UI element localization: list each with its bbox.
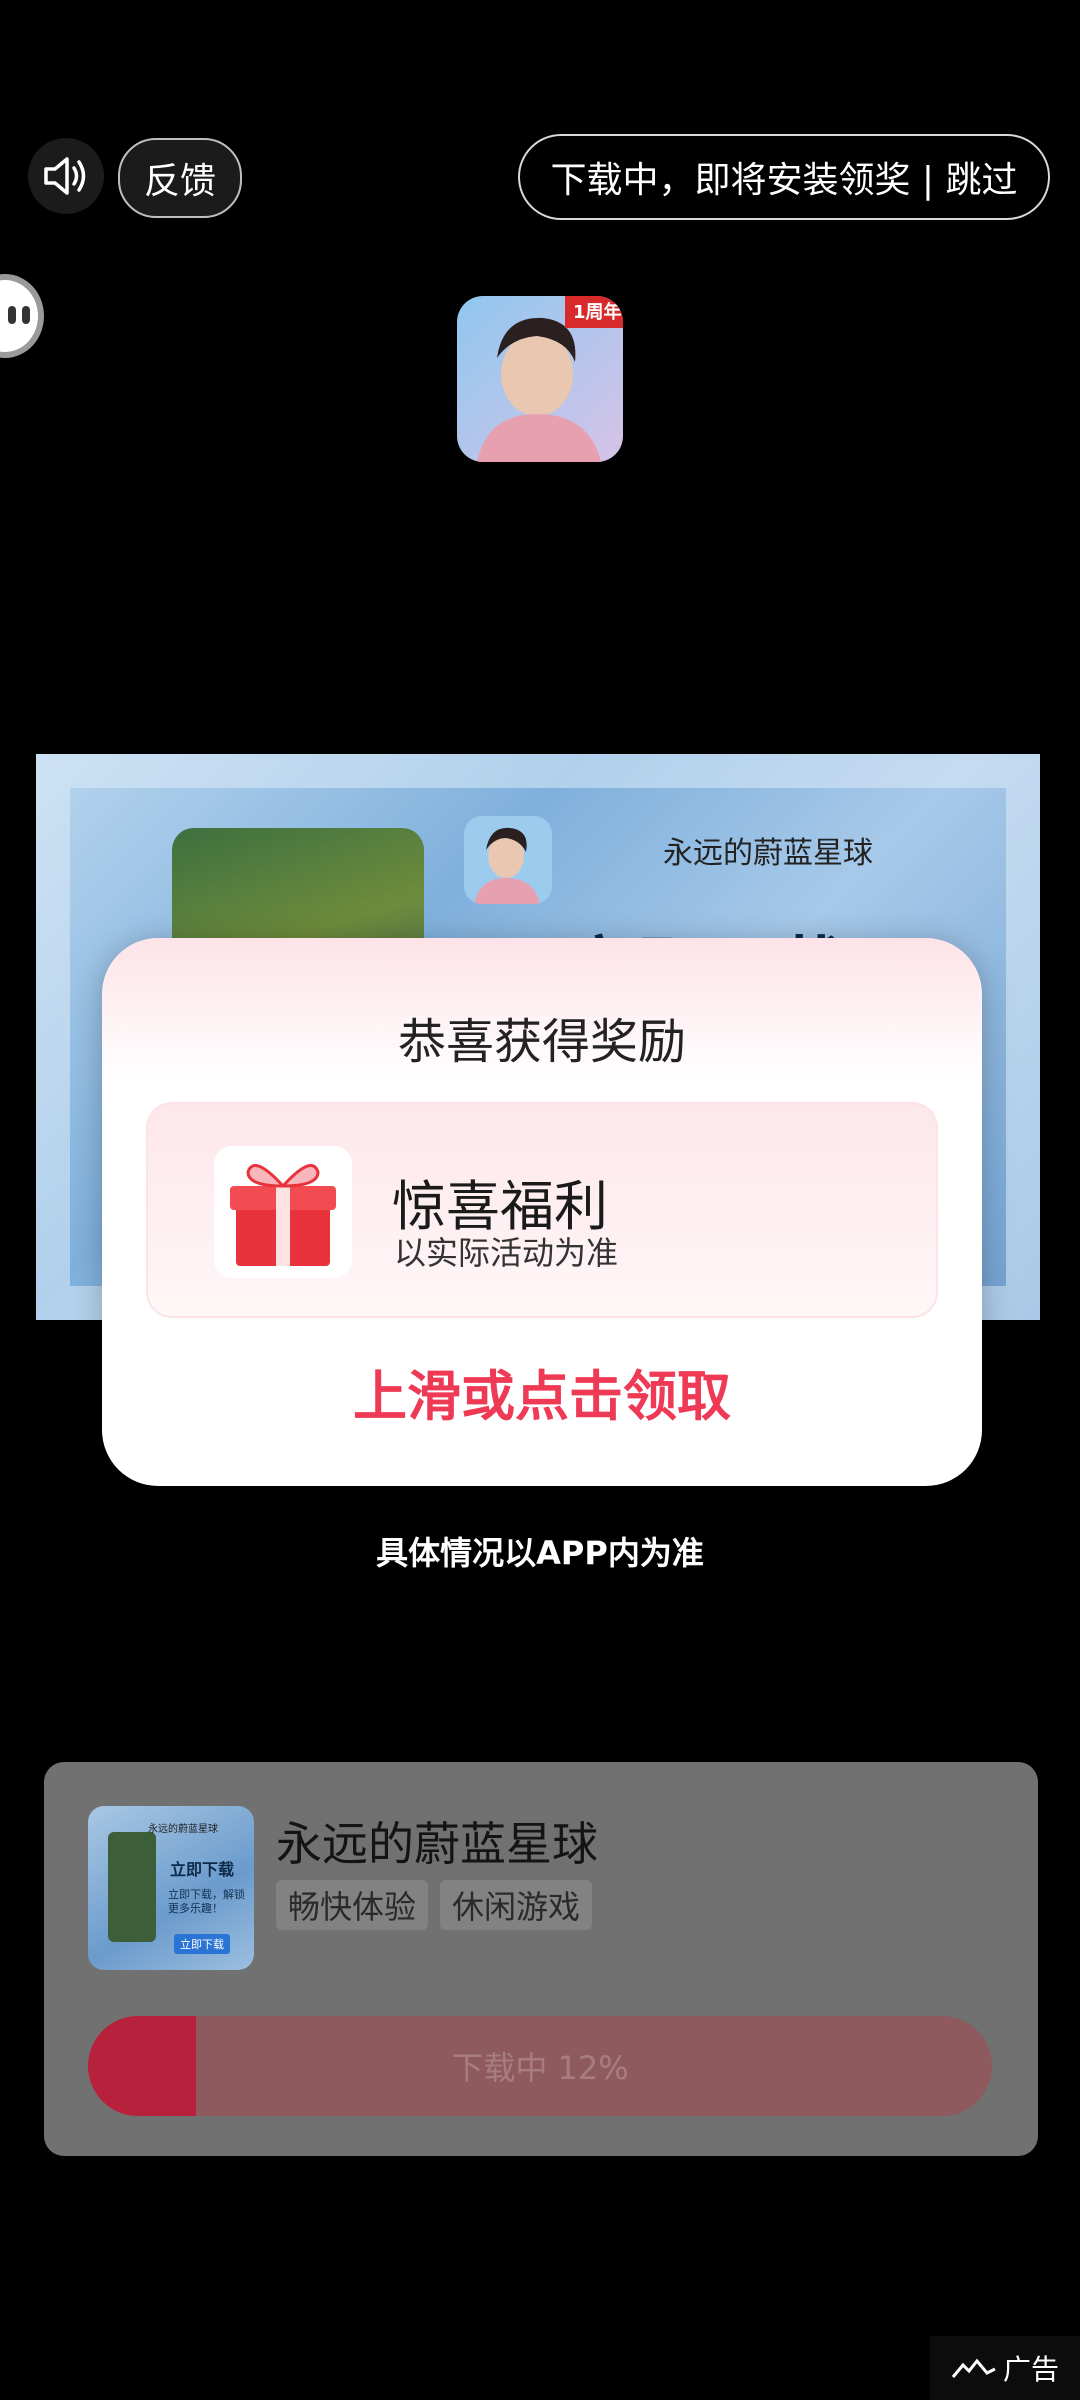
tag-item: 休闲游戏 — [440, 1880, 593, 1930]
floating-handle[interactable] — [0, 274, 44, 358]
ad-label: 广告 — [930, 2336, 1080, 2400]
thumb-title: 立即下载 — [170, 1860, 235, 1879]
thumb-small-text: 永远的蔚蓝星球 — [148, 1824, 218, 1835]
thumb-button: 立即下载 — [174, 1934, 230, 1954]
disclaimer-note: 具体情况以APP内为准 — [376, 1534, 704, 1572]
thumb-desc: 立即下载，解锁更多乐趣！ — [168, 1888, 245, 1915]
ad-logo-icon — [951, 2358, 996, 2378]
banner-game-title: 永远的蔚蓝星球 — [663, 836, 873, 871]
reward-title: 恭喜获得奖励 — [397, 1014, 686, 1070]
skip-button[interactable]: 下载中，即将安装领奖 | 跳过 — [518, 134, 1050, 220]
gift-description: 以实际活动为准 — [394, 1234, 619, 1272]
download-panel[interactable]: 永远的蔚蓝星球 立即下载 立即下载，解锁更多乐趣！ 立即下载 永远的蔚蓝星球 畅… — [44, 1762, 1038, 2156]
sound-button[interactable] — [28, 138, 104, 214]
tag-item: 畅快体验 — [276, 1880, 429, 1930]
reward-card[interactable]: 恭喜获得奖励 惊喜福利 以实际活动为准 上滑或点击领取 — [102, 938, 982, 1486]
download-progress-button[interactable]: 下载中 12% — [88, 2016, 992, 2116]
app-icon[interactable]: 1周年 — [457, 296, 623, 462]
feedback-button[interactable]: 反馈 — [118, 138, 242, 218]
download-thumbnail: 永远的蔚蓝星球 立即下载 立即下载，解锁更多乐趣！ 立即下载 — [88, 1806, 254, 1970]
reward-item: 惊喜福利 以实际活动为准 — [146, 1102, 938, 1318]
progress-label: 下载中 12% — [451, 2049, 629, 2087]
claim-button[interactable]: 上滑或点击领取 — [102, 1352, 982, 1431]
banner-app-icon — [464, 816, 552, 904]
gift-icon — [214, 1146, 352, 1278]
anniversary-badge: 1周年 — [573, 302, 622, 323]
ad-label-text: 广告 — [1002, 2353, 1059, 2386]
speaker-icon — [44, 157, 86, 195]
download-app-name: 永远的蔚蓝星球 — [276, 1817, 598, 1871]
